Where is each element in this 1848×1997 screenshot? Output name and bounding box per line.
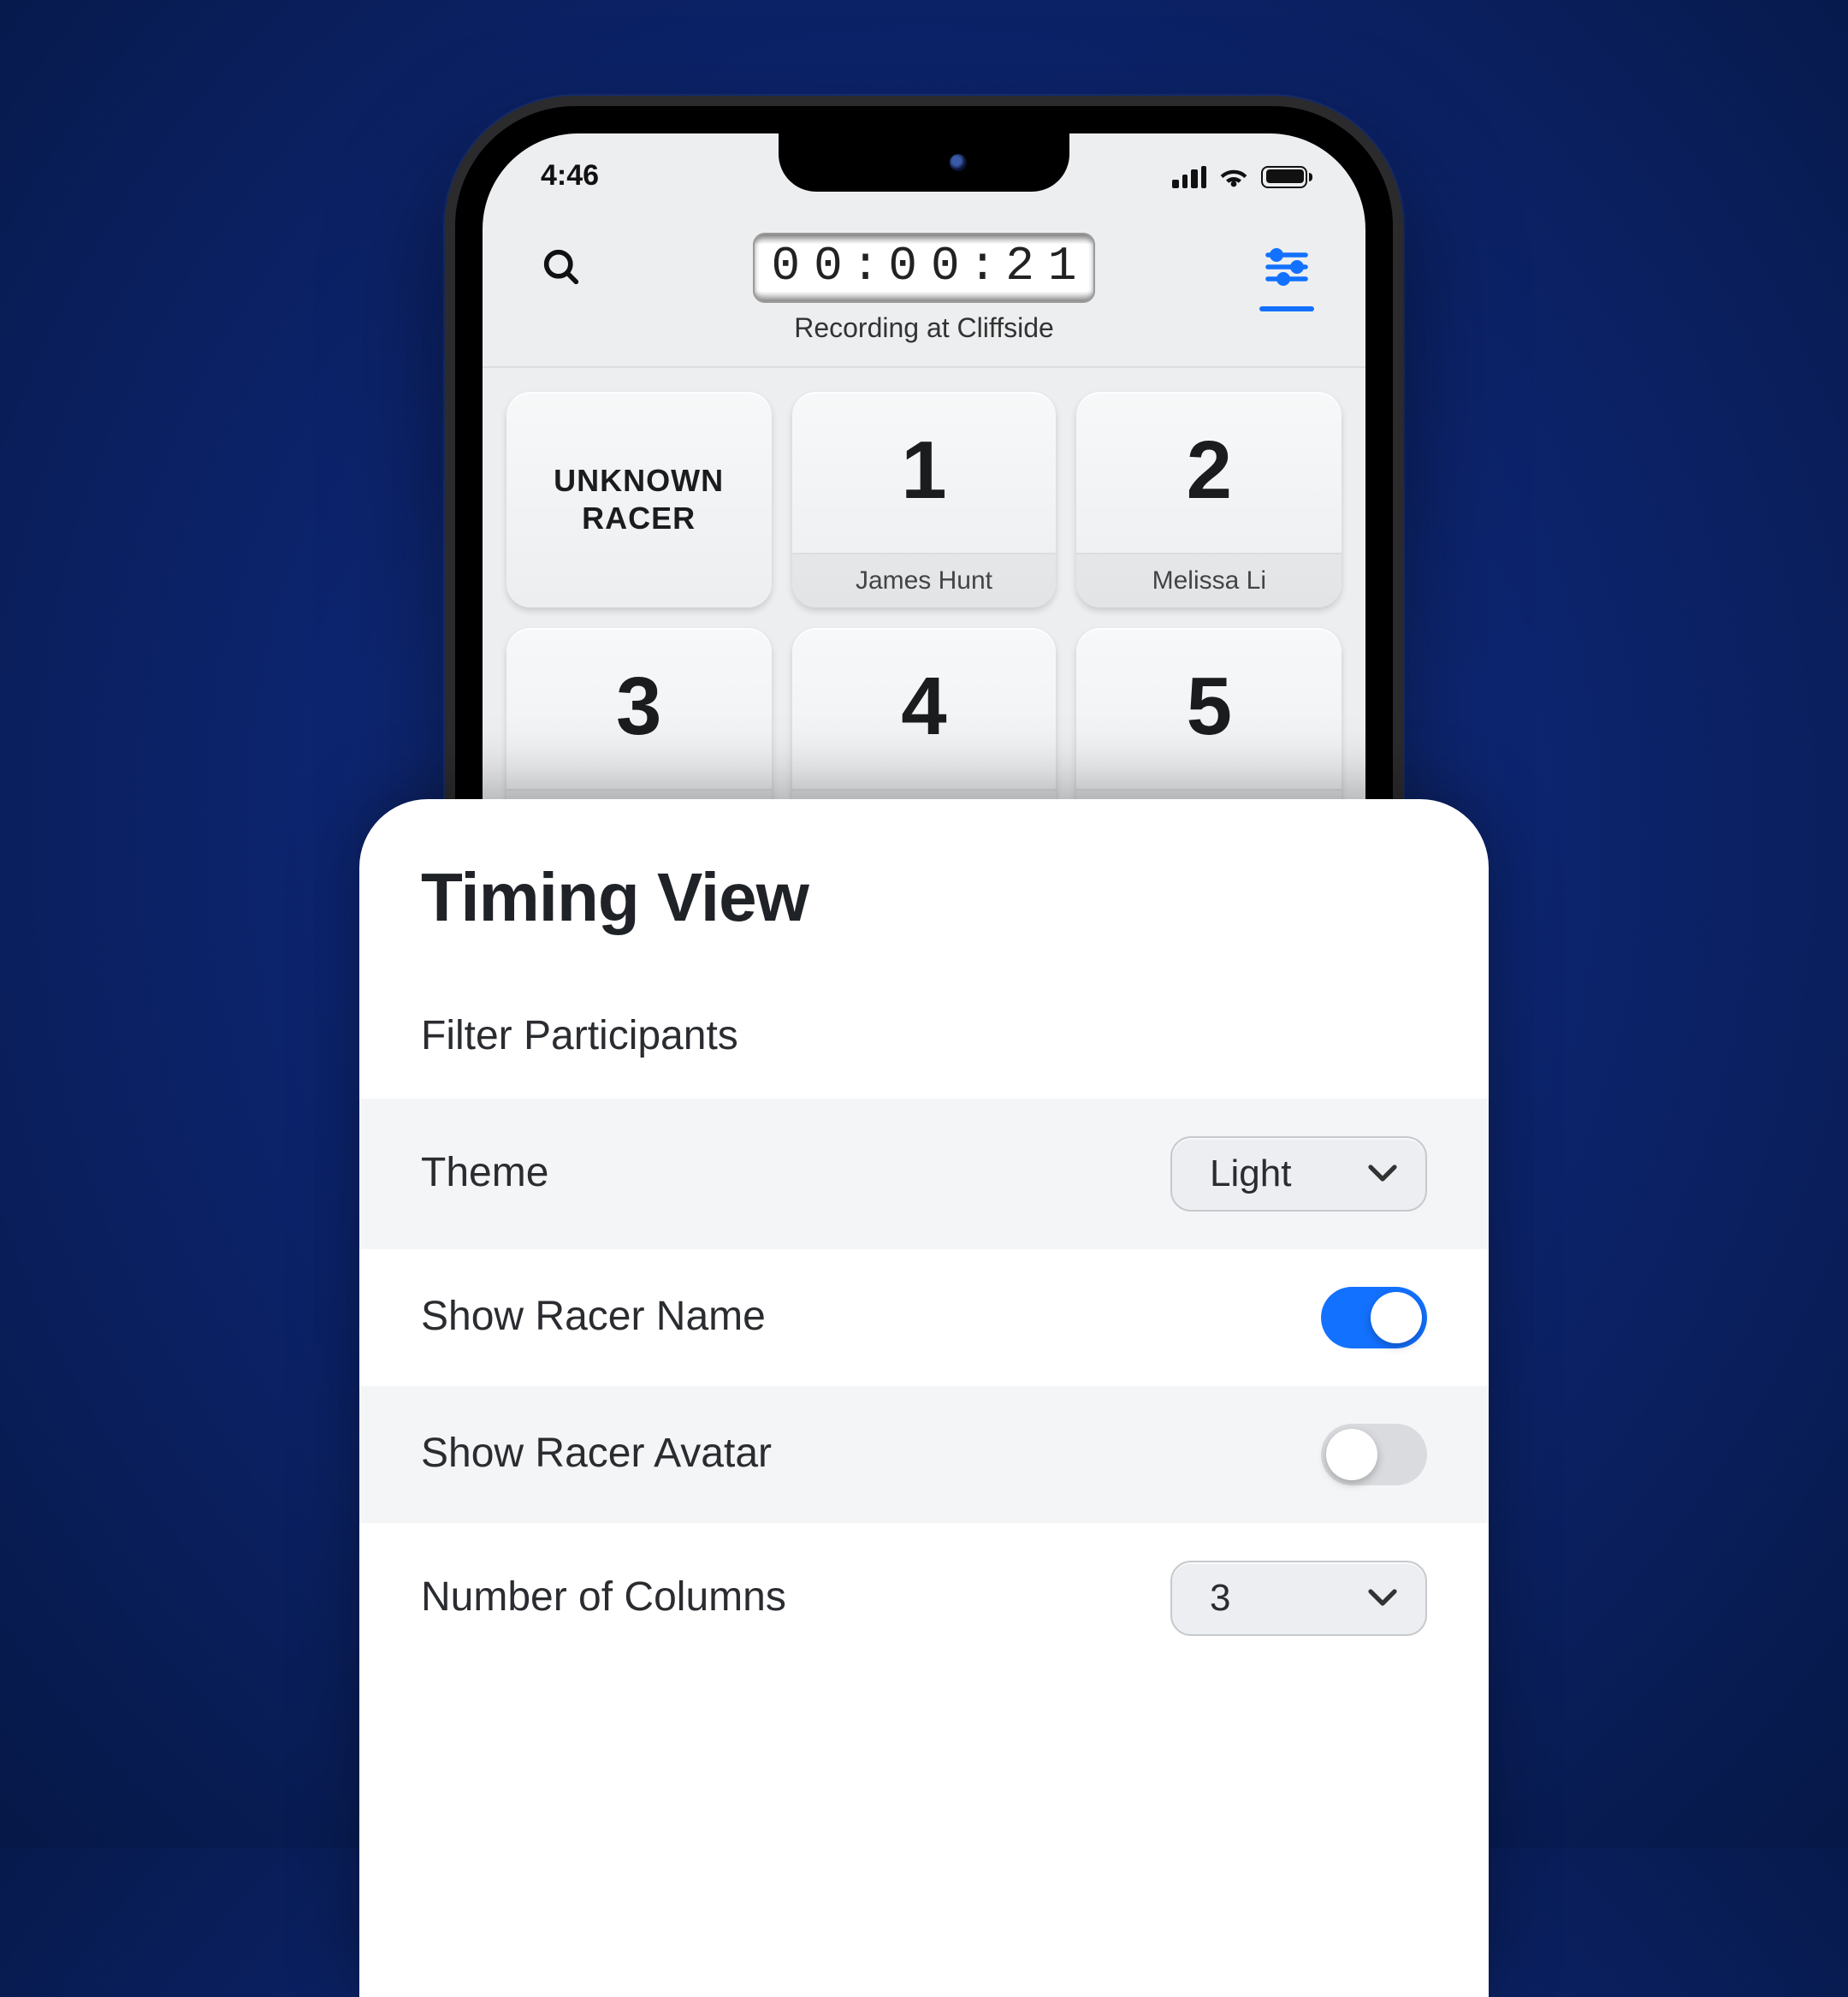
racer-tile-1[interactable]: 1James Hunt: [791, 392, 1056, 607]
settings-sheet: Timing View Filter Participants Theme Li…: [359, 799, 1489, 1997]
theme-label: Theme: [421, 1150, 548, 1198]
racer-name: Melissa Li: [1077, 553, 1342, 607]
search-button[interactable]: [524, 229, 599, 305]
racer-grid: UNKNOWNRACER1James Hunt2Melissa Li3Sadik…: [483, 368, 1365, 844]
racer-number: 1: [901, 392, 946, 553]
cellular-icon: [1172, 165, 1206, 187]
battery-icon: [1261, 165, 1307, 187]
theme-select[interactable]: Light: [1170, 1136, 1427, 1212]
theme-row: Theme Light: [359, 1099, 1489, 1249]
racer-number: 4: [901, 628, 946, 789]
status-time: 4:46: [541, 159, 599, 193]
sheet-title: Timing View: [359, 861, 1489, 975]
filter-participants-row[interactable]: Filter Participants: [359, 975, 1489, 1099]
chevron-down-icon: [1367, 1588, 1398, 1609]
filter-participants-label: Filter Participants: [421, 1013, 738, 1061]
timer-display: 00:00:21: [753, 232, 1096, 302]
racer-number: 2: [1187, 392, 1232, 553]
show-racer-name-label: Show Racer Name: [421, 1294, 766, 1342]
show-racer-avatar-label: Show Racer Avatar: [421, 1431, 772, 1478]
show-racer-avatar-toggle[interactable]: [1321, 1424, 1427, 1485]
racer-name: James Hunt: [791, 553, 1056, 607]
columns-label: Number of Columns: [421, 1574, 786, 1622]
racer-tile-unknown[interactable]: UNKNOWNRACER: [506, 392, 771, 607]
racer-number: 5: [1187, 628, 1232, 789]
settings-button[interactable]: [1249, 229, 1324, 305]
recording-subtitle: Recording at Cliffside: [794, 315, 1054, 346]
columns-value: 3: [1210, 1576, 1231, 1621]
show-racer-avatar-row: Show Racer Avatar: [359, 1386, 1489, 1523]
device-notch: [779, 133, 1069, 192]
theme-value: Light: [1210, 1152, 1291, 1196]
wifi-icon: [1218, 165, 1249, 187]
racer-number: 3: [616, 628, 661, 789]
racer-tile-2[interactable]: 2Melissa Li: [1077, 392, 1342, 607]
show-racer-name-toggle[interactable]: [1321, 1287, 1427, 1348]
columns-select[interactable]: 3: [1170, 1561, 1427, 1636]
columns-row: Number of Columns 3: [359, 1523, 1489, 1674]
chevron-down-icon: [1367, 1164, 1398, 1184]
show-racer-name-row: Show Racer Name: [359, 1249, 1489, 1386]
racer-number: UNKNOWNRACER: [554, 392, 724, 607]
